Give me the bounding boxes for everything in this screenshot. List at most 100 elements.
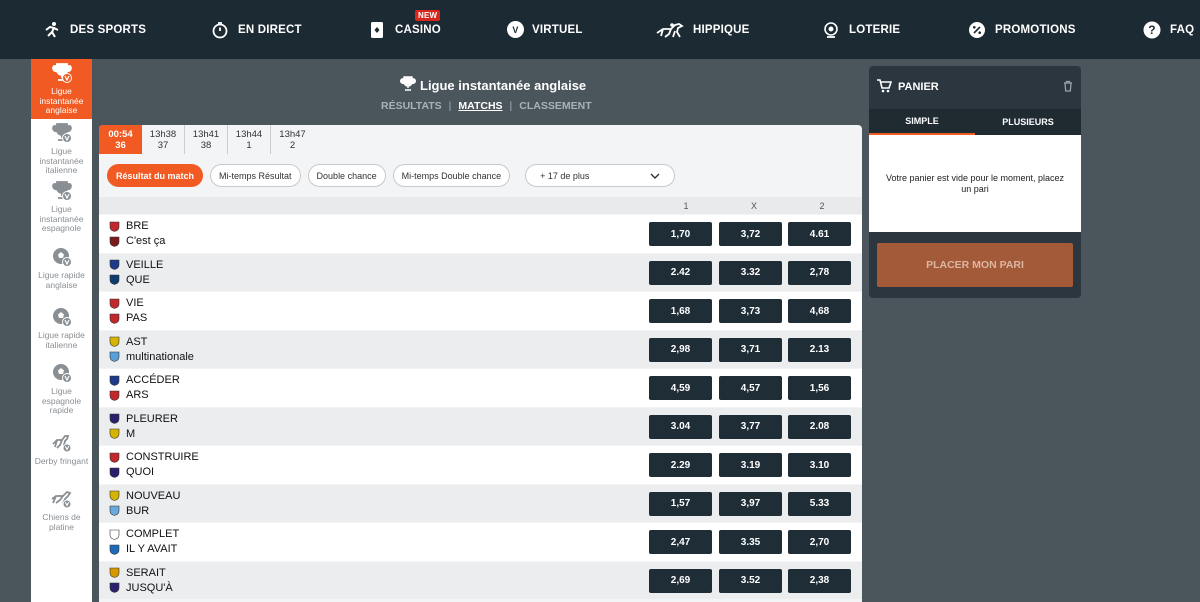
tab-standings[interactable]: CLASSEMENT	[519, 100, 591, 112]
match-row: SERAIT JUSQU'À 2,69 3.52 2,38	[99, 561, 862, 600]
odds-draw-button[interactable]: 3.52	[719, 568, 782, 593]
more-markets-dropdown[interactable]: + 17 de plus	[525, 164, 676, 187]
match-list: BRE C'est ça 1,70 3,72 4.61 VEILLE QUE 2.42 3.32…	[99, 215, 862, 600]
round-time: 13h44	[235, 128, 263, 140]
page-title: Ligue instantanée anglaise	[420, 78, 587, 93]
odds-home-button[interactable]: 2,98	[649, 337, 712, 362]
odds-home-button[interactable]: 2.42	[649, 260, 712, 285]
odds-away-button[interactable]: 2,38	[788, 568, 851, 593]
odds-away-button[interactable]: 2,78	[788, 260, 851, 285]
column-away: 2	[819, 201, 825, 211]
sidebar-item-italian-rapid[interactable]: Ligue rapide italienne	[31, 305, 92, 355]
sidebar-item-spanish-instant[interactable]: Ligue instantanée espagnole	[31, 179, 92, 239]
away-team: JUSQU'À	[109, 582, 173, 594]
tab-matches[interactable]: MATCHS	[458, 100, 502, 112]
dog-icon	[50, 487, 74, 511]
match-row: BRE C'est ça 1,70 3,72 4.61	[99, 215, 862, 254]
odds-home-button[interactable]: 2,69	[649, 568, 712, 593]
odds-draw-button[interactable]: 3,72	[719, 222, 782, 246]
sidebar-item-english-rapid[interactable]: Ligue rapide anglaise	[31, 245, 92, 295]
nav-hippique[interactable]: HIPPIQUE	[655, 0, 750, 59]
team-crest-icon	[109, 428, 120, 439]
nav-casino[interactable]: CASINO NEW	[367, 0, 441, 59]
sidebar-item-italian-instant[interactable]: Ligue instantanée italienne	[31, 121, 92, 181]
team-crest-icon	[109, 221, 120, 232]
odds-away-button[interactable]: 2.08	[788, 414, 851, 439]
odds-home-button[interactable]: 1,70	[649, 222, 712, 246]
bet-slip-title: PANIER	[898, 81, 939, 93]
round-tab[interactable]: 13h41 38	[185, 125, 228, 154]
help-icon: ?	[1142, 20, 1162, 40]
odds-away-button[interactable]: 2.13	[788, 337, 851, 362]
trophy-icon	[50, 61, 74, 85]
filter-halftime-result[interactable]: Mi-temps Résultat	[210, 164, 301, 187]
tab-single[interactable]: SIMPLE	[869, 109, 975, 135]
odds-home-button[interactable]: 2,47	[649, 530, 712, 554]
odds-home-button[interactable]: 1,68	[649, 299, 712, 323]
odds-draw-button[interactable]: 3,73	[719, 299, 782, 323]
team-crest-icon	[109, 236, 120, 247]
sidebar-item-english-instant[interactable]: Ligue instantanée anglaise	[31, 59, 92, 119]
round-number: 1	[246, 139, 252, 151]
odds-home-button[interactable]: 1,57	[649, 491, 712, 516]
odds-home-button[interactable]: 3.04	[649, 414, 712, 439]
nav-live[interactable]: EN DIRECT	[210, 0, 302, 59]
filter-halftime-double-chance[interactable]: Mi-temps Double chance	[392, 164, 511, 187]
new-badge: NEW	[415, 10, 441, 21]
filter-match-result[interactable]: Résultat du match	[107, 164, 204, 187]
odds-away-button[interactable]: 2,70	[788, 530, 851, 554]
match-row: NOUVEAU BUR 1,57 3,97 5.33	[99, 484, 862, 523]
nav-sports-label: DES SPORTS	[70, 23, 147, 36]
odds-away-button[interactable]: 5.33	[788, 491, 851, 516]
odds-home-button[interactable]: 4,59	[649, 376, 712, 400]
place-bet-button[interactable]: PLACER MON PARI	[877, 243, 1073, 287]
odds-draw-button[interactable]: 3.32	[719, 260, 782, 285]
odds-away-button[interactable]: 3.10	[788, 453, 851, 477]
nav-virtual[interactable]: V VIRTUEL	[507, 0, 583, 59]
match-row: ACCÉDER ARS 4,59 4,57 1,56	[99, 369, 862, 408]
home-team: SERAIT	[109, 567, 166, 579]
sidebar: Ligue instantanée anglaise Ligue instant…	[31, 59, 92, 602]
sidebar-item-greyhounds[interactable]: Chiens de platine	[31, 487, 92, 537]
sidebar-item-derby[interactable]: Derby fringant	[31, 431, 92, 476]
round-time: 13h47	[279, 128, 306, 140]
home-team-name: VIE	[126, 297, 144, 309]
odds-draw-button[interactable]: 4,57	[719, 376, 782, 400]
team-crest-icon	[109, 582, 120, 593]
odds-draw-button[interactable]: 3,77	[719, 414, 782, 439]
filter-double-chance[interactable]: Double chance	[307, 164, 386, 187]
tab-multiple[interactable]: PLUSIEURS	[975, 109, 1081, 135]
sports-icon	[42, 20, 62, 40]
soccer-ball-icon	[50, 305, 74, 329]
odds-draw-button[interactable]: 3,71	[719, 337, 782, 362]
nav-lottery[interactable]: LOTERIE	[821, 0, 900, 59]
odds-draw-button[interactable]: 3.19	[719, 453, 782, 477]
home-team-name: COMPLET	[126, 528, 180, 540]
sidebar-item-label: Ligue rapide italienne	[38, 330, 85, 350]
round-tab[interactable]: 13h38 37	[142, 125, 185, 154]
odds-away-button[interactable]: 4.61	[788, 222, 851, 246]
nav-faq[interactable]: ? FAQ	[1142, 0, 1194, 59]
team-crest-icon	[109, 544, 120, 555]
trophy-icon	[50, 179, 74, 203]
odds-draw-button[interactable]: 3,97	[719, 491, 782, 516]
team-crest-icon	[109, 567, 120, 578]
home-team: AST	[109, 336, 147, 348]
trash-icon[interactable]	[1063, 80, 1073, 95]
virtual-icon: V	[507, 21, 524, 38]
sidebar-item-spanish-rapid[interactable]: Ligue espagnole rapide	[31, 361, 92, 421]
away-team-name: JUSQU'À	[126, 581, 173, 594]
odds-away-button[interactable]: 4,68	[788, 299, 851, 323]
away-team: QUE	[109, 274, 150, 286]
round-tab[interactable]: 13h44 1	[228, 125, 271, 154]
nav-sports[interactable]: DES SPORTS	[42, 0, 146, 59]
odds-away-button[interactable]: 1,56	[788, 376, 851, 400]
odds-draw-button[interactable]: 3.35	[719, 530, 782, 554]
match-row: CONSTRUIRE QUOI 2.29 3.19 3.10	[99, 446, 862, 485]
nav-promotions[interactable]: PROMOTIONS	[967, 0, 1076, 59]
tab-results[interactable]: RÉSULTATS	[381, 100, 442, 112]
round-tab[interactable]: 13h47 2	[271, 125, 314, 154]
round-tab[interactable]: 00:54 36	[99, 125, 142, 154]
odds-home-button[interactable]: 2.29	[649, 453, 712, 477]
home-team-name: NOUVEAU	[126, 489, 181, 502]
